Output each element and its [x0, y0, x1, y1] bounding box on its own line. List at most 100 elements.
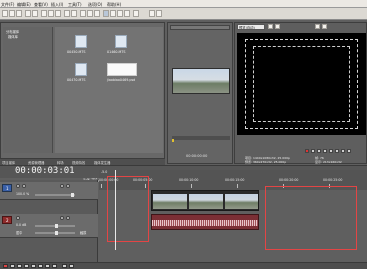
preview-info-display: 显示: 213x160x32 — [315, 160, 342, 164]
timeline-tracks[interactable] — [99, 170, 367, 269]
image-thumbnail — [107, 63, 137, 76]
trimmer-toolbar — [170, 25, 230, 30]
video-file-icon — [115, 35, 127, 48]
audio-track-volume: 0.0 dB — [16, 223, 27, 227]
trimmer-panel: 00:00:00:00 — [167, 22, 233, 164]
highlight-box-left — [107, 176, 149, 242]
file-item[interactable]: jiaobiao0469.psd — [107, 61, 137, 85]
video-preview-panel: 预览(自动) 项目: 1440x1080x32, 25.000p 预览: 360… — [234, 22, 367, 164]
next-frame-icon[interactable] — [347, 149, 351, 153]
undo-icon[interactable] — [64, 10, 70, 17]
audio-track-header[interactable]: 2 0.0 dB 居中 触摸 — [0, 214, 98, 238]
copy-snapshot-icon[interactable] — [315, 24, 320, 29]
save-snapshot-icon[interactable] — [322, 24, 327, 29]
playhead-marker-label: -5.0 — [101, 170, 108, 174]
play-start-icon[interactable] — [317, 149, 321, 153]
playhead-cursor[interactable] — [115, 170, 116, 250]
file-name: jiaobiao0469.psd — [107, 78, 136, 82]
trimmer-thumbnail[interactable] — [172, 68, 230, 94]
record-icon[interactable] — [3, 264, 8, 268]
envelope-tool-icon[interactable] — [110, 10, 116, 17]
title-safe-area — [253, 46, 350, 122]
explorer-panel: 分布媒体 媒体库 00450.MTS 01460.MTS 00470.MTS j… — [0, 22, 165, 183]
slider-knob[interactable] — [55, 231, 58, 235]
new-project-icon[interactable] — [2, 10, 8, 17]
properties-icon[interactable] — [25, 10, 31, 17]
cut-icon[interactable] — [41, 10, 47, 17]
clip-frame — [153, 194, 187, 209]
ruler-label: 00:00:25:00 — [323, 178, 343, 182]
zoom-out-icon[interactable] — [69, 264, 74, 268]
video-file-icon — [75, 35, 87, 48]
go-to-start-icon[interactable] — [45, 264, 50, 268]
mute-icon[interactable] — [60, 184, 64, 188]
video-track-level: 100.0 % — [16, 192, 30, 196]
solo-icon[interactable] — [66, 184, 70, 188]
file-list: 00450.MTS 01460.MTS 00470.MTS jiaobiao04… — [55, 27, 163, 153]
tree-item-library[interactable]: 媒体库 — [8, 34, 18, 39]
copy-icon[interactable] — [48, 10, 54, 17]
mute-icon[interactable] — [60, 216, 64, 220]
video-level-slider[interactable] — [35, 193, 75, 197]
solo-icon[interactable] — [66, 216, 70, 220]
split-screen-icon[interactable] — [268, 24, 273, 29]
file-item[interactable]: 00450.MTS — [67, 33, 97, 57]
automation-mode[interactable]: 触摸 — [80, 230, 86, 235]
go-to-end-icon[interactable] — [52, 264, 57, 268]
render-icon[interactable] — [32, 10, 38, 17]
record-icon[interactable] — [305, 149, 309, 153]
paste-icon[interactable] — [55, 10, 61, 17]
undock-icon[interactable] — [149, 10, 155, 17]
track-motion-icon[interactable] — [16, 184, 20, 188]
normal-edit-tool-icon[interactable] — [103, 10, 109, 17]
slider-knob[interactable] — [71, 193, 74, 197]
stop-icon[interactable] — [335, 149, 339, 153]
pause-icon[interactable] — [31, 264, 36, 268]
menu-bar: 文件(F) 编辑(E) 查看(V) 插入(I) 工具(T) 选项(O) 帮助(H… — [0, 0, 367, 8]
loop-icon[interactable] — [10, 264, 15, 268]
preview-quality-select[interactable]: 预览(自动) — [237, 24, 265, 30]
pan-slider[interactable] — [35, 231, 75, 235]
audio-clip[interactable] — [151, 214, 259, 230]
overlay-icon[interactable] — [275, 24, 280, 29]
audio-waveform — [152, 220, 258, 226]
zoom-in-icon[interactable] — [62, 264, 67, 268]
save-icon[interactable] — [16, 10, 22, 17]
track-fx-icon[interactable] — [16, 216, 20, 220]
loop-icon[interactable] — [311, 149, 315, 153]
ruler-tick — [237, 184, 238, 188]
play-icon[interactable] — [24, 264, 29, 268]
slider-knob[interactable] — [55, 224, 58, 228]
video-track-header[interactable]: 1 100.0 % — [0, 182, 98, 200]
trimmer-scrollbar[interactable] — [172, 136, 230, 140]
file-item[interactable]: 01460.MTS — [107, 33, 137, 57]
play-from-start-icon[interactable] — [17, 264, 22, 268]
explorer-tabs: 项目媒体 资源管理器 转场 视频特效 媒体发生器 — [0, 158, 165, 165]
video-clip[interactable] — [151, 190, 259, 211]
track-fx-icon[interactable] — [22, 184, 26, 188]
lock-envelopes-icon[interactable] — [94, 10, 100, 17]
previous-frame-icon[interactable] — [341, 149, 345, 153]
close-panel-icon[interactable] — [156, 10, 162, 17]
audio-track-pan: 居中 — [16, 231, 23, 235]
open-icon[interactable] — [9, 10, 15, 17]
auto-ripple-icon[interactable] — [87, 10, 93, 17]
trimmer-timecode: 00:00:00:00 — [186, 154, 208, 158]
zoom-tool-icon[interactable] — [124, 10, 130, 17]
preview-info-preview: 预览: 360x270x32, 25.000p — [245, 160, 287, 164]
transport-bar — [0, 262, 367, 269]
snap-icon[interactable] — [80, 10, 86, 17]
redo-icon[interactable] — [71, 10, 77, 17]
stop-icon[interactable] — [38, 264, 43, 268]
trimmer-marker-icon — [172, 139, 174, 142]
file-name: 00470.MTS — [67, 78, 86, 82]
highlight-box-right — [265, 186, 357, 250]
volume-slider[interactable] — [35, 224, 75, 228]
selection-tool-icon[interactable] — [117, 10, 123, 17]
help-icon[interactable] — [133, 10, 139, 17]
file-item[interactable]: 00470.MTS — [67, 61, 97, 85]
file-name: 01460.MTS — [107, 50, 126, 54]
folder-tree[interactable]: 分布媒体 媒体库 — [3, 27, 53, 153]
pause-icon[interactable] — [329, 149, 333, 153]
play-icon[interactable] — [323, 149, 327, 153]
